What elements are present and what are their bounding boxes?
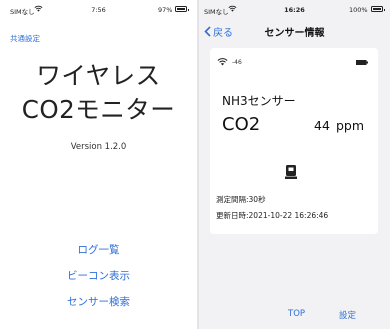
home-screen: SIMなし 7:56 97% 共通設定 ワイヤレス CO2モニター Versio… — [0, 0, 197, 329]
version-label: Version 1.2.0 — [70, 142, 127, 152]
top-button[interactable]: TOP — [288, 309, 305, 319]
sensor-device-icon — [285, 165, 297, 179]
battery-percent: 97% — [158, 6, 173, 14]
sensor-search-button[interactable]: センサー検索 — [0, 294, 197, 309]
device-battery-icon — [356, 60, 368, 65]
battery-percent: 100% — [349, 6, 368, 14]
settings-button[interactable]: 設定 — [339, 309, 356, 321]
concentration-reading: 44 ppm — [314, 118, 364, 133]
signal-icon — [217, 58, 228, 66]
app-title-line2: CO2モニター — [21, 95, 176, 124]
last-updated: 更新日時:2021-10-22 16:26:46 — [216, 211, 329, 220]
sensor-info-screen: SIMなし 16:26 100% 戻る センサー情報 -46 NH3センサー C… — [199, 0, 390, 329]
battery-icon — [371, 6, 385, 12]
rssi-value: -46 — [232, 59, 242, 66]
concentration-value: 44 — [314, 118, 330, 133]
measurement-interval: 測定間隔:30秒 — [216, 195, 266, 204]
page-title: センサー情報 — [264, 28, 325, 39]
nav-bar: 戻る センサー情報 — [199, 20, 390, 42]
status-bar: SIMなし 7:56 97% — [0, 0, 197, 20]
app-title: ワイヤレス CO2モニター — [0, 62, 197, 124]
beacon-display-button[interactable]: ビーコン表示 — [0, 268, 197, 283]
sensor-card: -46 NH3センサー CO2 44 ppm 測定間隔:30秒 更新日時:2021… — [210, 48, 378, 234]
common-settings-link[interactable]: 共通設定 — [10, 33, 40, 44]
app-title-line1: ワイヤレス — [36, 61, 161, 90]
sensor-name: NH3センサー — [222, 94, 296, 108]
battery-icon — [175, 6, 189, 12]
log-list-button[interactable]: ログ一覧 — [0, 242, 197, 257]
concentration-unit: ppm — [335, 118, 364, 133]
status-bar: SIMなし 16:26 100% — [199, 0, 390, 20]
gas-type: CO2 — [222, 114, 261, 135]
